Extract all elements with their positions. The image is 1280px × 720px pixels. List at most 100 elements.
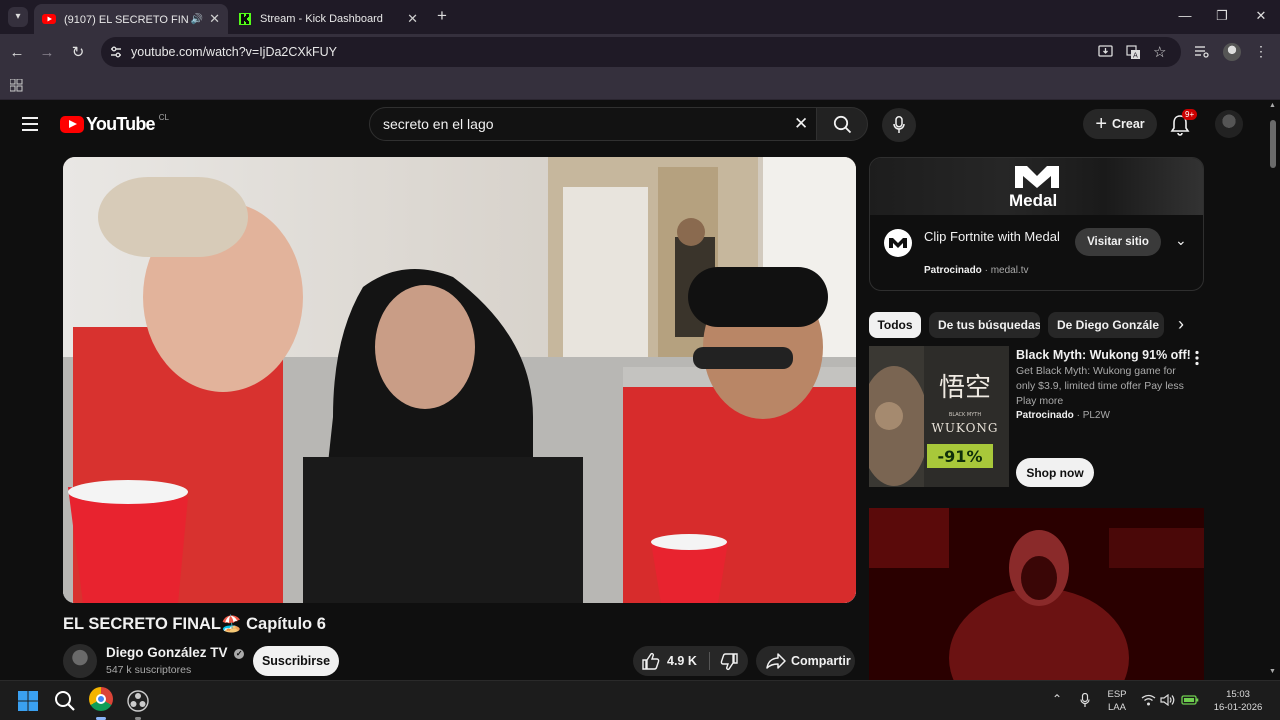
recommended-thumbnail-artwork <box>869 508 1204 680</box>
reload-button[interactable]: ↻ <box>67 42 89 64</box>
share-icon <box>766 653 786 669</box>
address-bar[interactable]: youtube.com/watch?v=IjDa2CXkFUY A ☆ <box>101 37 1181 67</box>
chip-from-searches[interactable]: De tus búsquedas <box>929 312 1040 338</box>
microphone-icon[interactable] <box>1080 693 1090 708</box>
youtube-play-icon <box>60 116 84 133</box>
sponsored-title[interactable]: Black Myth: Wukong 91% off! <box>1016 348 1191 362</box>
apps-grid-icon[interactable] <box>10 79 23 92</box>
video-player[interactable] <box>63 157 856 603</box>
forward-button[interactable]: → <box>36 42 58 64</box>
media-controls-icon[interactable] <box>1194 45 1210 59</box>
tab-youtube[interactable]: (9107) EL SECRETO FINAL🏖️ 🔊 ✕ <box>34 4 228 34</box>
account-avatar[interactable] <box>1215 110 1243 138</box>
voice-search-button[interactable] <box>882 108 916 142</box>
hamburger-menu-icon[interactable] <box>22 117 38 131</box>
notifications-button[interactable]: 9+ <box>1168 109 1198 138</box>
youtube-logo[interactable]: YouTube CL <box>60 113 169 135</box>
ad-domain: medal.tv <box>990 265 1029 276</box>
recommended-video-thumbnail[interactable] <box>869 508 1204 680</box>
video-frame <box>63 157 856 603</box>
tab-search-button[interactable]: ▾ <box>8 7 28 27</box>
search-button[interactable] <box>816 107 868 141</box>
search-icon[interactable] <box>53 689 77 713</box>
sponsored-line: Patrocinado · PL2W <box>1016 410 1110 421</box>
close-window-button[interactable]: ✕ <box>1246 6 1276 26</box>
channel-avatar[interactable] <box>63 644 97 678</box>
input-language[interactable]: ESP LAA <box>1104 688 1130 714</box>
scroll-up-icon[interactable]: ▲ <box>1269 102 1276 109</box>
chip-from-channel[interactable]: De Diego Gonzále <box>1048 312 1164 338</box>
volume-icon[interactable] <box>1160 694 1176 706</box>
new-tab-button[interactable]: + <box>432 6 452 26</box>
clock[interactable]: 15:03 16-01-2026 <box>1206 688 1270 714</box>
ad-card[interactable]: Medal Clip Fortnite with Medal Patrocina… <box>869 157 1204 291</box>
tray-overflow-icon[interactable]: ⌃ <box>1052 692 1062 706</box>
share-label: Compartir <box>791 654 851 668</box>
language-code: ESP <box>1107 689 1127 700</box>
minimize-button[interactable]: — <box>1170 6 1200 26</box>
like-count: 4.9 K <box>667 654 697 668</box>
chevron-right-icon[interactable]: › <box>1178 314 1184 335</box>
sponsored-advertiser: PL2W <box>1082 410 1110 421</box>
sponsored-label: Patrocinado <box>1016 410 1074 421</box>
page-scrollbar[interactable]: ▲ ▼ <box>1266 100 1280 680</box>
windows-start-icon[interactable] <box>16 689 40 713</box>
kick-favicon-icon <box>239 13 251 25</box>
profile-avatar[interactable] <box>1223 43 1241 61</box>
speaker-icon[interactable]: 🔊 <box>191 14 203 25</box>
site-settings-icon[interactable] <box>109 45 123 59</box>
ad-banner-image[interactable]: Medal <box>870 158 1203 215</box>
back-button[interactable]: ← <box>6 42 28 64</box>
dislike-button[interactable] <box>711 646 748 676</box>
chrome-taskbar-icon[interactable] <box>89 687 113 711</box>
thumb-small-text: BLACK MYTH <box>949 412 981 418</box>
search-input[interactable] <box>383 114 763 134</box>
visit-site-button[interactable]: Visitar sitio <box>1075 228 1161 256</box>
browser-menu-icon[interactable]: ⋮ <box>1254 43 1268 60</box>
create-button[interactable]: + Crear <box>1083 109 1157 139</box>
chevron-down-icon: ▾ <box>15 11 21 22</box>
sponsored-label: Patrocinado <box>924 265 982 276</box>
plus-icon: + <box>1095 113 1107 135</box>
thumbs-down-icon <box>720 653 738 671</box>
scroll-down-icon[interactable]: ▼ <box>1269 668 1276 675</box>
channel-name[interactable]: Diego González TV ✓ <box>106 645 245 660</box>
sponsored-description: Get Black Myth: Wukong game for only $3.… <box>1016 365 1184 407</box>
microphone-icon <box>893 116 905 133</box>
close-tab-icon[interactable]: ✕ <box>209 11 220 27</box>
windows-taskbar: ⌃ ESP LAA 15:03 16-01-2026 <box>0 680 1280 720</box>
sponsored-thumbnail[interactable]: 悟空 BLACK MYTH WUKONG -91% <box>869 346 1009 487</box>
bookmarks-bar <box>0 72 1280 100</box>
share-button[interactable]: Compartir <box>756 646 855 676</box>
chevron-down-icon[interactable]: ⌄ <box>1175 232 1187 249</box>
tab-kick[interactable]: Stream - Kick Dashboard ✕ <box>230 4 426 34</box>
battery-icon[interactable] <box>1181 693 1199 706</box>
thumb-game-text: WUKONG <box>931 421 998 435</box>
shop-now-button[interactable]: Shop now <box>1016 458 1094 487</box>
wifi-icon[interactable] <box>1141 694 1156 706</box>
tab-title: Stream - Kick Dashboard <box>260 13 383 25</box>
youtube-page: YouTube CL ✕ + Crear 9+ <box>0 100 1266 680</box>
bookmark-star-icon[interactable]: ☆ <box>1153 43 1166 61</box>
like-button[interactable]: 4.9 K <box>633 646 707 676</box>
ad-advertiser-icon <box>884 229 912 257</box>
maximize-button[interactable]: ❐ <box>1207 6 1237 26</box>
more-options-icon[interactable] <box>1190 350 1204 366</box>
create-label: Crear <box>1112 117 1145 131</box>
translate-icon[interactable]: A <box>1126 45 1141 60</box>
close-tab-icon[interactable]: ✕ <box>407 11 418 27</box>
clock-date: 16-01-2026 <box>1213 702 1263 713</box>
ad-brand-wordmark: Medal <box>1009 191 1058 210</box>
browser-tab-strip: ▾ (9107) EL SECRETO FINAL🏖️ 🔊 ✕ Stream -… <box>0 0 1280 34</box>
notification-badge: 9+ <box>1182 109 1198 120</box>
scrollbar-thumb[interactable] <box>1270 120 1276 168</box>
thumbs-up-icon <box>642 652 660 670</box>
install-app-icon[interactable] <box>1098 45 1113 59</box>
clear-search-icon[interactable]: ✕ <box>794 114 808 134</box>
chip-all[interactable]: Todos <box>869 312 921 338</box>
obs-taskbar-icon[interactable] <box>126 689 150 713</box>
search-box[interactable]: ✕ <box>369 107 817 141</box>
ad-sponsor-line: Patrocinado · medal.tv <box>924 265 1029 276</box>
subscribe-button[interactable]: Suscribirse <box>253 646 339 676</box>
channel-name-text: Diego González TV <box>106 645 228 660</box>
